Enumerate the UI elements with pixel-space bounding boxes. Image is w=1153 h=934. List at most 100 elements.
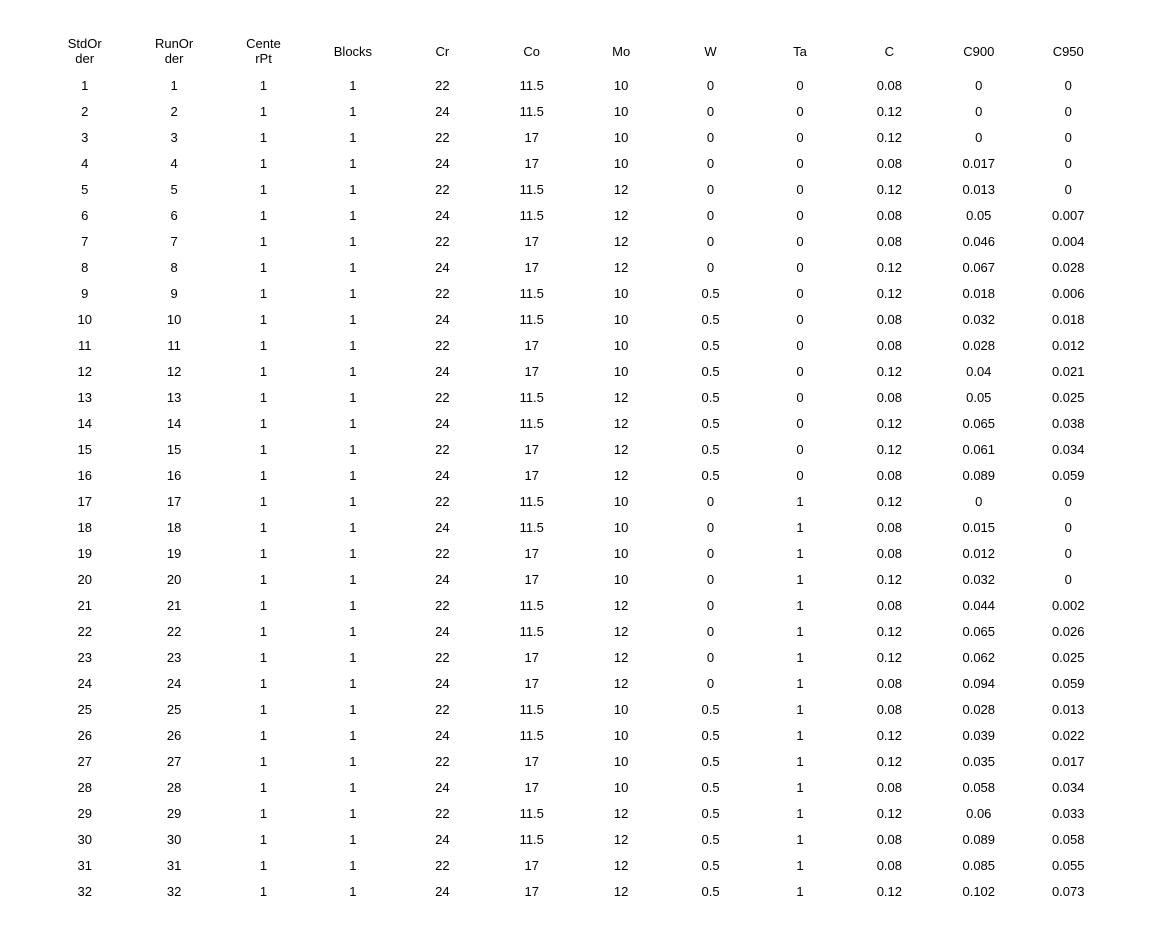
table-cell: 1 bbox=[308, 540, 397, 566]
table-cell: 0 bbox=[666, 72, 755, 98]
table-cell: 0 bbox=[666, 566, 755, 592]
table-cell: 1 bbox=[308, 410, 397, 436]
table-cell: 24 bbox=[398, 150, 487, 176]
table-cell: 0.061 bbox=[934, 436, 1023, 462]
column-header: StdOr der bbox=[40, 30, 129, 72]
table-cell: 0 bbox=[666, 254, 755, 280]
table-cell: 1 bbox=[755, 618, 844, 644]
table-head: StdOr derRunOr derCente rPtBlocksCrCoMoW… bbox=[40, 30, 1113, 72]
table-cell: 10 bbox=[576, 514, 665, 540]
table-cell: 0.006 bbox=[1023, 280, 1113, 306]
table-cell: 1 bbox=[219, 228, 308, 254]
table-cell: 26 bbox=[40, 722, 129, 748]
table-cell: 1 bbox=[219, 72, 308, 98]
table-cell: 13 bbox=[40, 384, 129, 410]
table-row: 2727112217100.510.120.0350.017 bbox=[40, 748, 1113, 774]
table-cell: 28 bbox=[129, 774, 218, 800]
table-cell: 0.055 bbox=[1023, 852, 1113, 878]
table-cell: 12 bbox=[576, 410, 665, 436]
table-cell: 0 bbox=[1023, 150, 1113, 176]
table-row: 3030112411.5120.510.080.0890.058 bbox=[40, 826, 1113, 852]
column-header: Cente rPt bbox=[219, 30, 308, 72]
table-cell: 17 bbox=[487, 332, 576, 358]
table-cell: 29 bbox=[40, 800, 129, 826]
table-row: 2828112417100.510.080.0580.034 bbox=[40, 774, 1113, 800]
table-cell: 0.004 bbox=[1023, 228, 1113, 254]
table-cell: 1 bbox=[755, 566, 844, 592]
table-cell: 0.046 bbox=[934, 228, 1023, 254]
table-cell: 1 bbox=[308, 358, 397, 384]
table-cell: 1 bbox=[755, 852, 844, 878]
table-cell: 0.002 bbox=[1023, 592, 1113, 618]
table-cell: 0.028 bbox=[934, 332, 1023, 358]
table-cell: 11.5 bbox=[487, 72, 576, 98]
table-cell: 22 bbox=[398, 540, 487, 566]
table-cell: 0 bbox=[755, 254, 844, 280]
table-cell: 1 bbox=[308, 280, 397, 306]
table-cell: 30 bbox=[129, 826, 218, 852]
table-cell: 0.013 bbox=[1023, 696, 1113, 722]
table-cell: 1 bbox=[219, 436, 308, 462]
table-cell: 12 bbox=[576, 384, 665, 410]
table-cell: 24 bbox=[398, 410, 487, 436]
table-cell: 0 bbox=[1023, 514, 1113, 540]
table-cell: 0.089 bbox=[934, 462, 1023, 488]
table-cell: 17 bbox=[487, 878, 576, 904]
table-row: 1313112211.5120.500.080.050.025 bbox=[40, 384, 1113, 410]
table-row: 1818112411.510010.080.0150 bbox=[40, 514, 1113, 540]
table-cell: 1 bbox=[219, 748, 308, 774]
table-cell: 22 bbox=[398, 332, 487, 358]
table-cell: 0.5 bbox=[666, 748, 755, 774]
table-cell: 0 bbox=[755, 306, 844, 332]
table-cell: 1 bbox=[219, 98, 308, 124]
table-cell: 0.08 bbox=[845, 72, 934, 98]
table-cell: 0.039 bbox=[934, 722, 1023, 748]
table-cell: 23 bbox=[40, 644, 129, 670]
table-cell: 0.5 bbox=[666, 800, 755, 826]
table-cell: 24 bbox=[398, 878, 487, 904]
table-cell: 12 bbox=[576, 254, 665, 280]
table-cell: 0.059 bbox=[1023, 670, 1113, 696]
table-row: 3131112217120.510.080.0850.055 bbox=[40, 852, 1113, 878]
table-cell: 12 bbox=[576, 644, 665, 670]
table-cell: 0.089 bbox=[934, 826, 1023, 852]
table-cell: 1 bbox=[219, 306, 308, 332]
table-cell: 0.12 bbox=[845, 98, 934, 124]
table-cell: 1 bbox=[755, 540, 844, 566]
table-cell: 10 bbox=[576, 306, 665, 332]
table-row: 191911221710010.080.0120 bbox=[40, 540, 1113, 566]
table-cell: 1 bbox=[308, 566, 397, 592]
table-cell: 0 bbox=[1023, 540, 1113, 566]
column-header: C bbox=[845, 30, 934, 72]
table-cell: 10 bbox=[576, 72, 665, 98]
table-cell: 12 bbox=[576, 800, 665, 826]
table-cell: 12 bbox=[576, 462, 665, 488]
table-cell: 24 bbox=[398, 306, 487, 332]
table-cell: 0.012 bbox=[934, 540, 1023, 566]
table-cell: 1 bbox=[308, 98, 397, 124]
table-cell: 24 bbox=[398, 774, 487, 800]
table-cell: 22 bbox=[398, 852, 487, 878]
table-cell: 0.08 bbox=[845, 826, 934, 852]
table-cell: 0.12 bbox=[845, 618, 934, 644]
table-cell: 10 bbox=[576, 540, 665, 566]
table-cell: 31 bbox=[129, 852, 218, 878]
table-cell: 1 bbox=[755, 644, 844, 670]
table-cell: 32 bbox=[40, 878, 129, 904]
table-cell: 26 bbox=[129, 722, 218, 748]
table-cell: 1 bbox=[308, 488, 397, 514]
table-cell: 24 bbox=[398, 722, 487, 748]
table-cell: 0.5 bbox=[666, 696, 755, 722]
table-cell: 12 bbox=[576, 202, 665, 228]
table-cell: 0 bbox=[666, 540, 755, 566]
table-cell: 0.08 bbox=[845, 514, 934, 540]
table-cell: 11.5 bbox=[487, 826, 576, 852]
table-cell: 10 bbox=[576, 358, 665, 384]
table-cell: 11.5 bbox=[487, 514, 576, 540]
table-cell: 17 bbox=[487, 462, 576, 488]
table-cell: 0.12 bbox=[845, 410, 934, 436]
table-cell: 17 bbox=[487, 670, 576, 696]
table-cell: 25 bbox=[40, 696, 129, 722]
column-header: C900 bbox=[934, 30, 1023, 72]
table-cell: 1 bbox=[755, 488, 844, 514]
